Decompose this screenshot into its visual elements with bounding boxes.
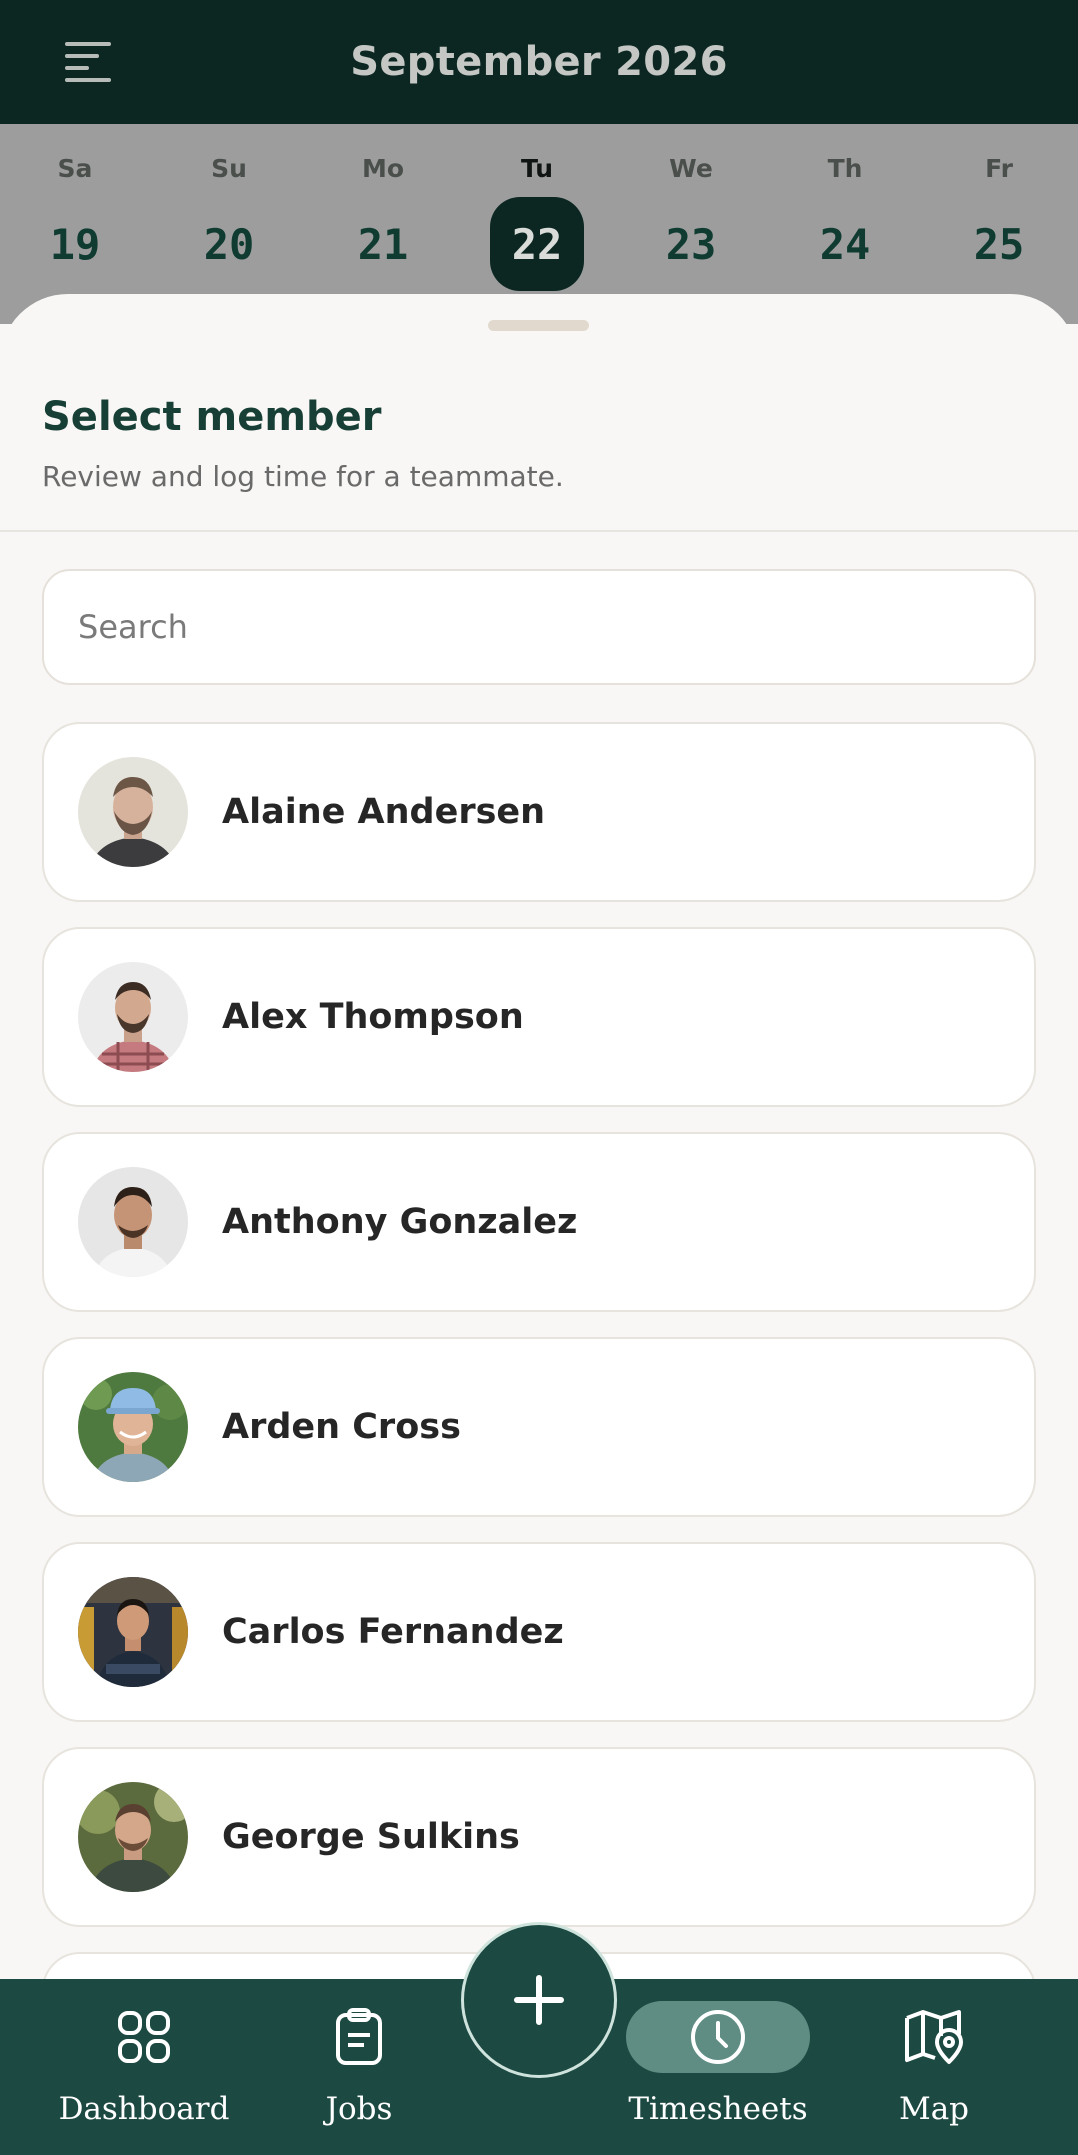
nav-label: Map — [898, 2091, 970, 2127]
person-icon — [78, 1372, 188, 1482]
day-name: Th — [827, 154, 863, 183]
grid-icon — [118, 2011, 170, 2063]
nav-label: Dashboard — [58, 2091, 230, 2127]
person-icon — [78, 757, 188, 867]
day-number: 22 — [490, 197, 584, 291]
member-row[interactable]: Alex Thompson — [42, 927, 1036, 1107]
day-name: Fr — [985, 154, 1013, 183]
member-name: Arden Cross — [222, 1407, 461, 1447]
avatar — [78, 1782, 188, 1892]
nav-label: Jobs — [325, 2091, 393, 2127]
member-name: Alaine Andersen — [222, 792, 546, 832]
member-row[interactable]: Arden Cross — [42, 1337, 1036, 1517]
map-pin-icon — [905, 2010, 963, 2064]
menu-icon — [65, 42, 111, 82]
divider — [0, 530, 1078, 532]
person-icon — [78, 1782, 188, 1892]
add-entry-button[interactable] — [461, 1922, 617, 2078]
day-number: 21 — [357, 219, 409, 269]
day-name: Mo — [361, 154, 405, 183]
sheet-subtitle: Review and log time for a teammate. — [42, 460, 564, 493]
day-number: 23 — [665, 219, 717, 269]
member-name: Alex Thompson — [222, 997, 524, 1037]
nav-timesheets[interactable]: Timesheets — [626, 1979, 810, 2155]
day-number: 20 — [203, 219, 255, 269]
plus-icon — [514, 1975, 564, 2025]
day-number: 25 — [973, 219, 1025, 269]
sheet-grabber[interactable] — [488, 320, 589, 331]
member-name: Carlos Fernandez — [222, 1612, 564, 1652]
member-row[interactable]: George Sulkins — [42, 1747, 1036, 1927]
select-member-sheet: Select member Review and log time for a … — [0, 294, 1078, 2132]
member-row[interactable]: Alaine Andersen — [42, 722, 1036, 902]
avatar — [78, 1167, 188, 1277]
day-name: Su — [211, 154, 247, 183]
nav-map[interactable]: Map — [874, 1979, 994, 2155]
day-name: Sa — [57, 154, 93, 183]
nav-dashboard[interactable]: Dashboard — [59, 1979, 229, 2155]
app-header: September 2026 — [0, 0, 1078, 124]
nav-jobs[interactable]: Jobs — [299, 1979, 419, 2155]
month-title[interactable]: September 2026 — [350, 39, 727, 85]
search-field[interactable] — [42, 569, 1036, 685]
avatar — [78, 1577, 188, 1687]
person-icon — [78, 1577, 188, 1687]
avatar — [78, 1372, 188, 1482]
day-name: Tu — [520, 154, 554, 183]
avatar — [78, 962, 188, 1072]
avatar — [78, 757, 188, 867]
sheet-title: Select member — [42, 394, 382, 440]
member-row[interactable]: Anthony Gonzalez — [42, 1132, 1036, 1312]
nav-label: Timesheets — [628, 2091, 808, 2127]
day-number: 24 — [819, 219, 871, 269]
person-icon — [78, 1167, 188, 1277]
day-name: We — [669, 154, 713, 183]
menu-button[interactable] — [58, 32, 118, 92]
clock-icon — [691, 2010, 745, 2064]
person-icon — [78, 962, 188, 1072]
clipboard-icon — [336, 2008, 382, 2065]
search-input[interactable] — [78, 608, 1034, 646]
member-name: George Sulkins — [222, 1817, 520, 1857]
member-row[interactable]: Carlos Fernandez — [42, 1542, 1036, 1722]
member-name: Anthony Gonzalez — [222, 1202, 578, 1242]
day-number: 19 — [49, 219, 101, 269]
